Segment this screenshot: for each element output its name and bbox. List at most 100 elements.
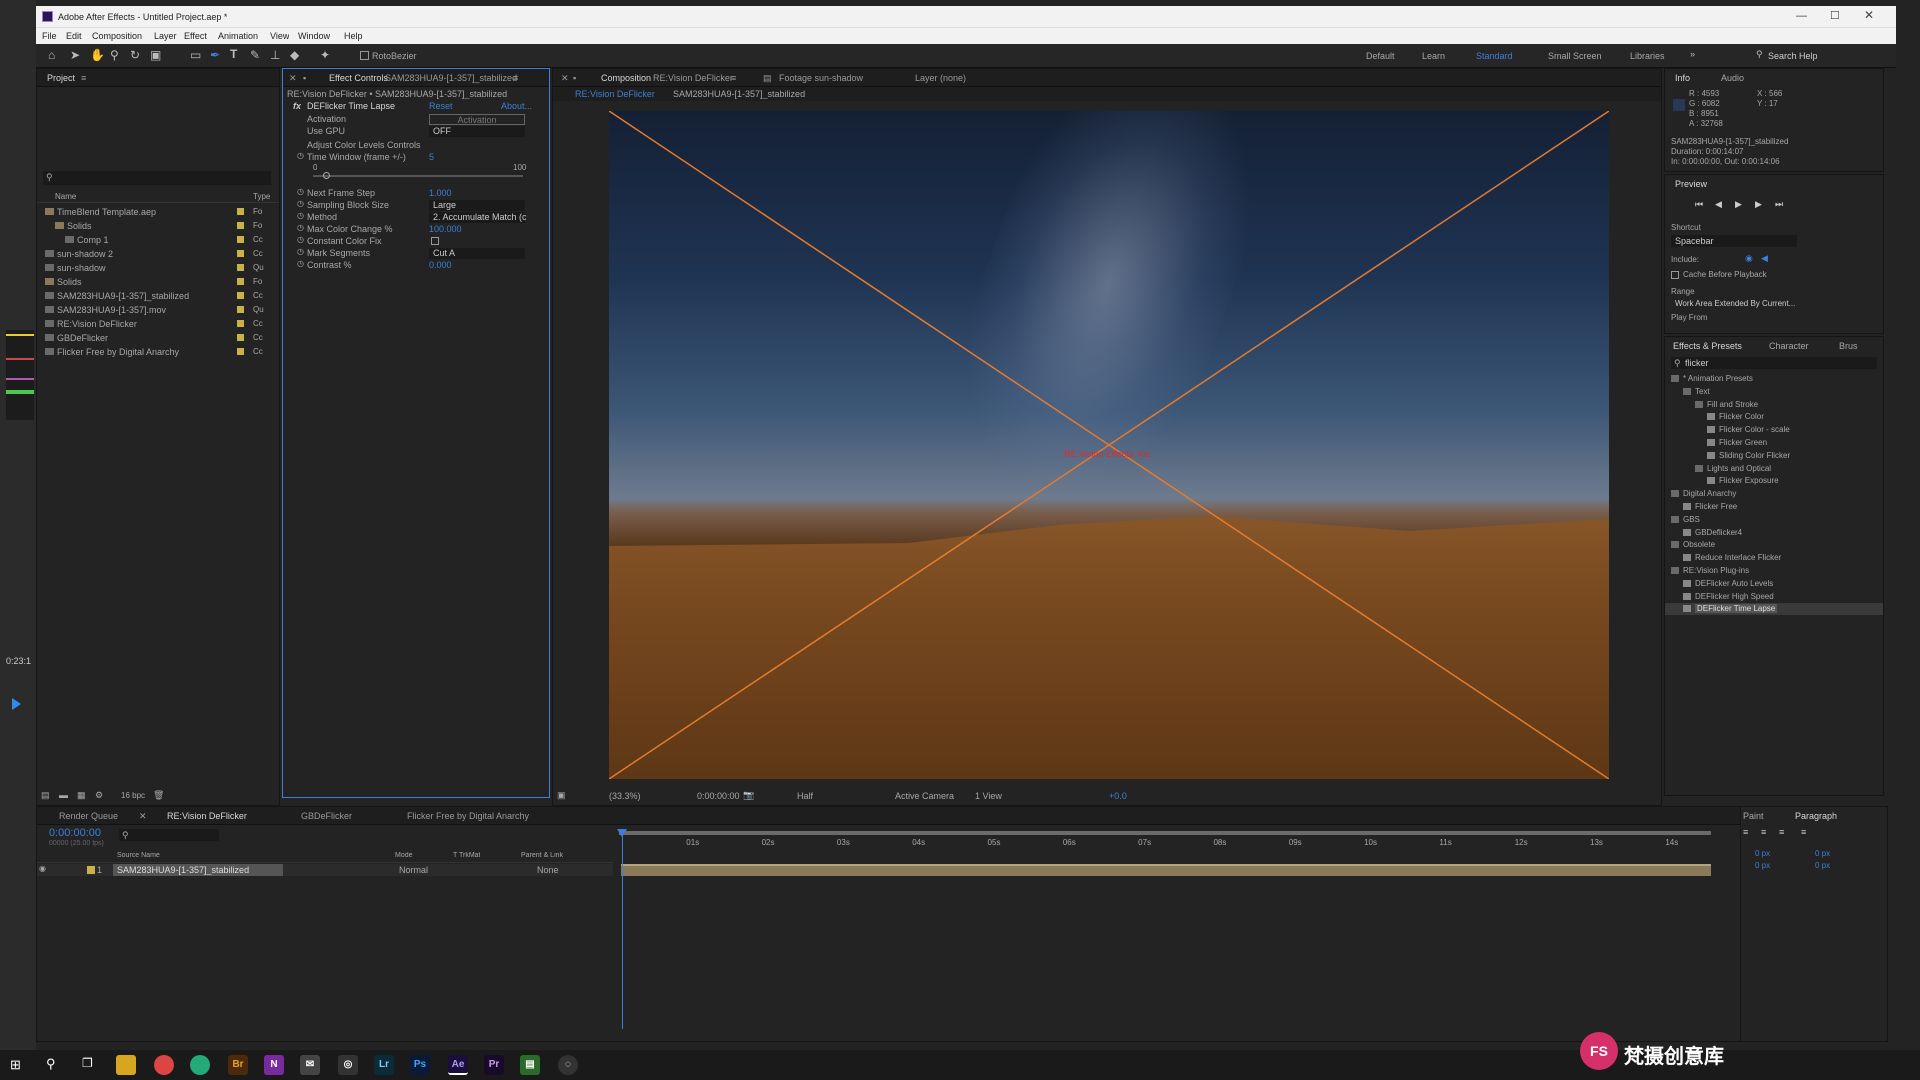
project-item[interactable]: Comp 1 Cc — [37, 233, 279, 247]
cache-checkbox[interactable] — [1671, 271, 1679, 279]
hand-tool-icon[interactable]: ✋ — [90, 48, 105, 62]
project-item[interactable]: TimeBlend Template.aep Fo — [37, 205, 279, 219]
about-link[interactable]: About... — [501, 101, 532, 111]
stopwatch-icon[interactable]: ◷ — [297, 247, 304, 256]
range-select[interactable]: Work Area Extended By Current... — [1675, 299, 1795, 308]
bpc-toggle[interactable]: 16 bpc — [121, 791, 145, 800]
work-area-bar[interactable] — [619, 831, 1711, 835]
constant-color-fix-checkbox[interactable] — [431, 237, 439, 245]
more-workspaces-icon[interactable]: » — [1690, 49, 1695, 59]
resolution-select[interactable]: Half — [797, 791, 813, 801]
flowchart-icon[interactable]: ⚙ — [95, 790, 103, 801]
preset-item[interactable]: DEFlicker Auto Levels — [1665, 578, 1883, 590]
trash-icon[interactable]: 🗑 — [153, 790, 164, 801]
close-tab-icon[interactable]: ✕ — [561, 73, 569, 84]
timeline-tab-flicker-free[interactable]: Flicker Free by Digital Anarchy — [407, 811, 529, 821]
close-tab-icon[interactable]: ✕ — [289, 73, 297, 84]
render-queue-tab[interactable]: Render Queue — [59, 811, 118, 821]
preset-folder[interactable]: Lights and Optical — [1665, 463, 1883, 475]
menu-view[interactable]: View — [270, 31, 289, 41]
preset-item[interactable]: Flicker Exposure — [1665, 475, 1883, 487]
puppet-tool-icon[interactable]: ✦ — [320, 48, 330, 62]
preset-folder[interactable]: Fill and Stroke — [1665, 399, 1883, 411]
close-icon[interactable]: ✕ — [1864, 8, 1874, 22]
after-effects-icon[interactable]: Ae — [448, 1055, 468, 1075]
pen-tool-icon[interactable]: ✒ — [210, 48, 220, 62]
label-color-swatch[interactable] — [237, 208, 244, 215]
menu-help[interactable]: Help — [344, 31, 363, 41]
label-color-swatch[interactable] — [237, 292, 244, 299]
mail-icon[interactable]: ✉ — [300, 1055, 320, 1075]
indent-right-value[interactable]: 0 px — [1815, 849, 1830, 858]
interpret-footage-icon[interactable]: ▤ — [41, 790, 50, 801]
close-tab-icon[interactable]: ✕ — [139, 811, 147, 822]
project-item[interactable]: Solids Fo — [37, 219, 279, 233]
type-column[interactable]: Type — [253, 192, 270, 201]
preset-folder[interactable]: Obsolete — [1665, 539, 1883, 551]
file-explorer-icon[interactable] — [116, 1055, 136, 1075]
panel-menu-icon[interactable]: ≡ — [731, 73, 736, 83]
project-tab[interactable]: Project — [47, 73, 75, 83]
project-search-input[interactable]: ⚲ — [43, 171, 271, 185]
stopwatch-icon[interactable]: ◷ — [297, 223, 304, 232]
effect-controls-tab[interactable]: Effect Controls — [329, 73, 388, 83]
next-frame-icon[interactable]: ▶ — [1755, 199, 1762, 210]
workspace-small-screen[interactable]: Small Screen — [1548, 51, 1602, 61]
magnification-select[interactable]: (33.3%) — [609, 791, 641, 801]
stopwatch-icon[interactable]: ◷ — [297, 235, 304, 244]
new-comp-icon[interactable]: ▦ — [77, 790, 86, 801]
workspace-default[interactable]: Default — [1366, 51, 1395, 61]
effects-search-input[interactable]: ⚲ flicker — [1671, 357, 1877, 369]
preset-folder[interactable]: GBS — [1665, 514, 1883, 526]
last-frame-icon[interactable]: ⏭ — [1775, 199, 1783, 210]
timeline-timecode[interactable]: 0:00:00:00 — [49, 827, 101, 839]
camera-tool-icon[interactable]: ▣ — [150, 48, 161, 62]
character-tab[interactable]: Character — [1769, 341, 1809, 351]
play-icon[interactable] — [12, 698, 21, 710]
include-video-icon[interactable]: ◉ — [1745, 253, 1753, 264]
workspace-standard[interactable]: Standard — [1476, 51, 1513, 61]
search-help-input[interactable]: Search Help — [1768, 51, 1818, 61]
onenote-icon[interactable]: N — [264, 1055, 284, 1075]
align-right-icon[interactable]: ≡ — [1779, 827, 1784, 837]
footage-tab[interactable]: Footage sun-shadow — [779, 73, 863, 83]
effect-param-select[interactable]: Cut A — [429, 248, 525, 259]
app-icon[interactable]: ◎ — [338, 1055, 358, 1075]
paint-tab[interactable]: Paint — [1743, 811, 1764, 821]
project-item[interactable]: Flicker Free by Digital Anarchy Cc — [37, 345, 279, 359]
workspace-libraries[interactable]: Libraries — [1630, 51, 1665, 61]
composition-tab[interactable]: Composition — [601, 73, 651, 83]
effect-controls-layer[interactable]: SAM283HUA9-[1-357]_stabilized — [385, 73, 517, 83]
stopwatch-icon[interactable]: ◷ — [297, 211, 304, 220]
project-item[interactable]: RE:Vision DeFlicker Cc — [37, 317, 279, 331]
play-icon[interactable]: ▶ — [1735, 199, 1742, 210]
current-time[interactable]: 0:00:00:00 — [697, 791, 740, 801]
lightroom-icon[interactable]: Lr — [374, 1055, 394, 1075]
effect-param-select[interactable]: OFF — [429, 126, 525, 137]
preset-item[interactable]: Sliding Color Flicker — [1665, 450, 1883, 462]
indent-first-value[interactable]: 0 px — [1755, 861, 1770, 870]
menu-layer[interactable]: Layer — [154, 31, 177, 41]
preset-item[interactable]: Reduce Interlace Flicker — [1665, 552, 1883, 564]
layer-parent-select[interactable]: None — [537, 865, 559, 875]
current-time-indicator[interactable] — [622, 829, 623, 1029]
views-select[interactable]: 1 View — [975, 791, 1002, 801]
label-color-swatch[interactable] — [237, 278, 244, 285]
bridge-icon[interactable]: Br — [228, 1055, 248, 1075]
time-window-slider[interactable] — [313, 175, 523, 177]
project-item[interactable]: sun-shadow 2 Cc — [37, 247, 279, 261]
preset-item[interactable]: GBDeflicker4 — [1665, 527, 1883, 539]
prev-frame-icon[interactable]: ◀ — [1715, 199, 1722, 210]
reset-link[interactable]: Reset — [429, 101, 453, 111]
timeline-tab-revision[interactable]: RE:Vision DeFlicker — [167, 811, 247, 821]
brush-tool-icon[interactable]: ✎ — [250, 48, 260, 62]
align-center-icon[interactable]: ≡ — [1761, 827, 1766, 837]
menu-edit[interactable]: Edit — [66, 31, 82, 41]
composition-tab-name[interactable]: RE:Vision DeFlicker — [653, 73, 733, 83]
lock-icon[interactable]: ▪ — [303, 73, 306, 83]
preset-item[interactable]: Flicker Color — [1665, 411, 1883, 423]
panel-menu-icon[interactable]: ≡ — [513, 73, 518, 83]
lock-icon[interactable]: ▪ — [573, 73, 576, 83]
crumb-active[interactable]: RE:Vision DeFlicker — [575, 89, 655, 99]
layer-name-field[interactable]: SAM283HUA9-[1-357]_stabilized — [113, 864, 283, 876]
